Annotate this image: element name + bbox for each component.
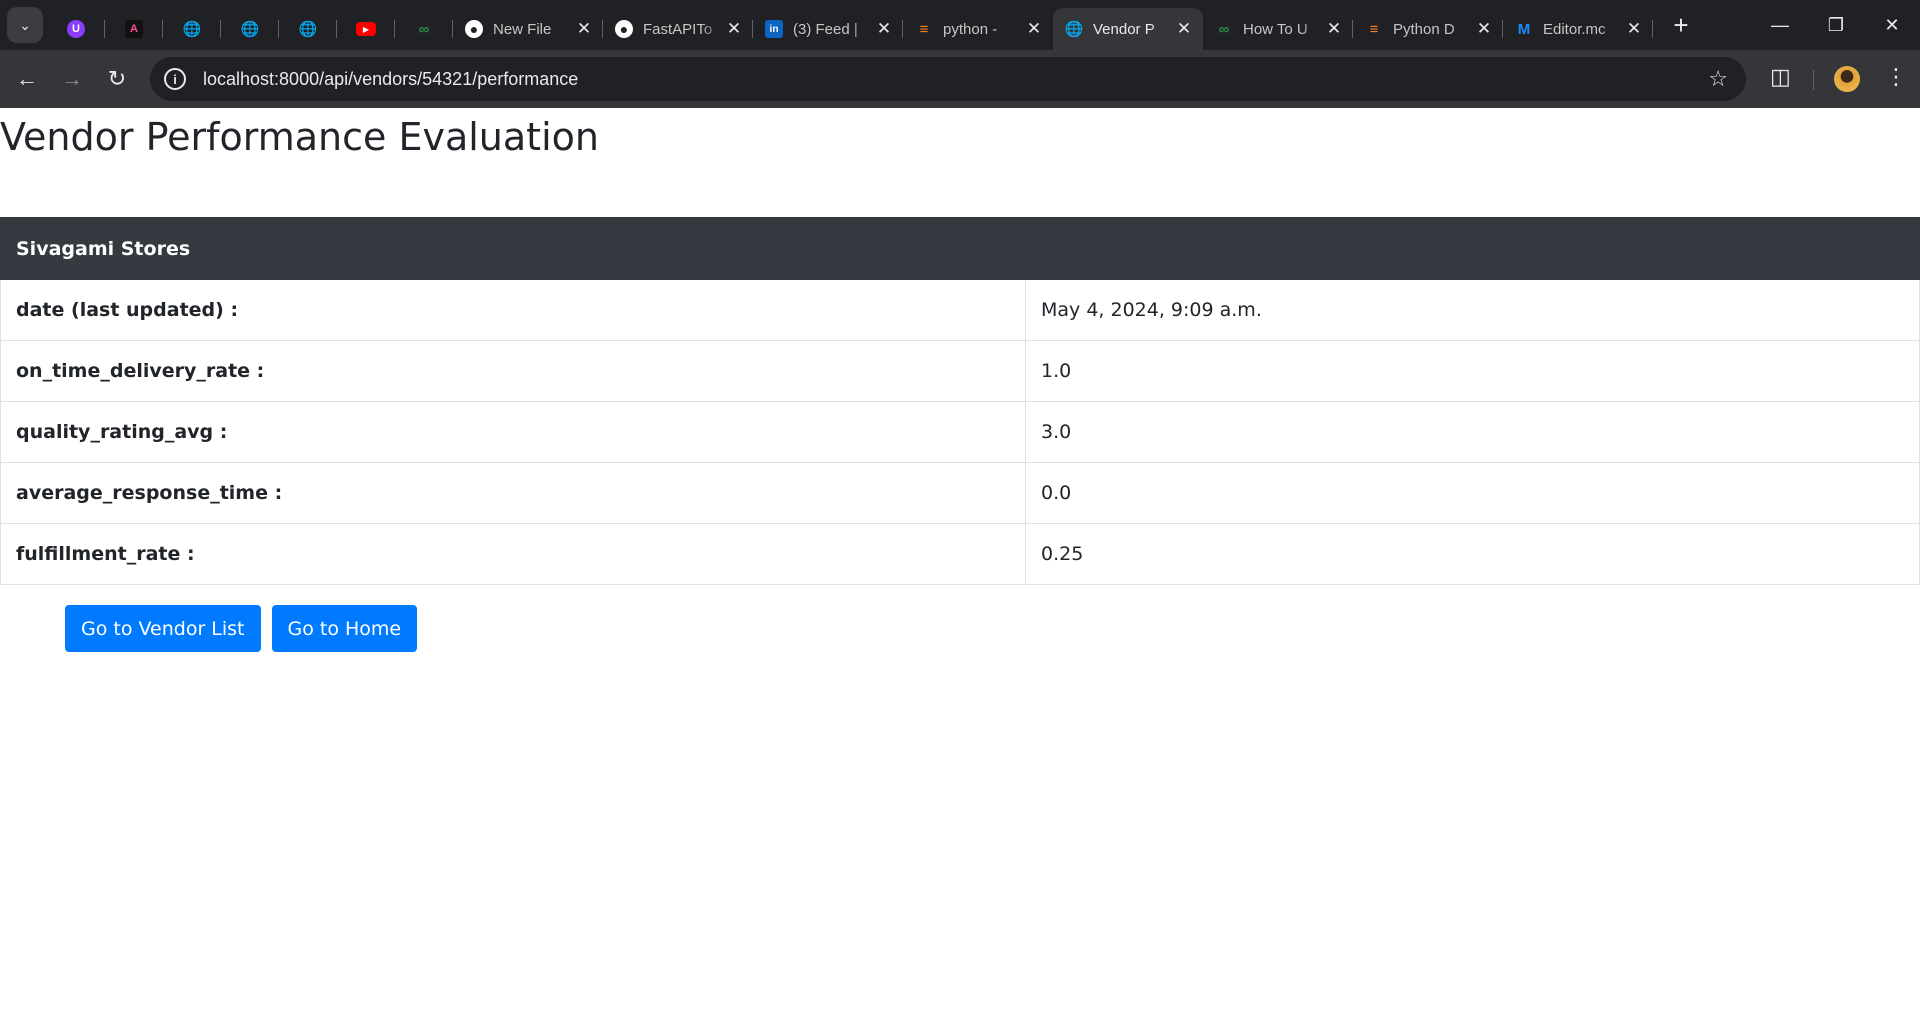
github-icon: ● [615,20,633,38]
tab-list: U A 🌐 🌐 🌐 ▶ ∞ ● New File ✕ ● FastAPITo ✕ in (3) Feed |… [47,0,1653,50]
browser-tab[interactable]: ≡ Python D ✕ [1353,8,1503,50]
table-row: fulfillment_rate :0.25 [0,523,1920,585]
metric-label: fulfillment_rate : [0,523,1026,585]
tab-separator [1652,20,1653,38]
reload-button[interactable]: ↻ [99,61,135,97]
browser-tab[interactable]: 🌐 [221,8,279,50]
page-viewport: Vendor Performance Evaluation Sivagami S… [0,108,1920,1030]
metric-value: 0.25 [1025,523,1920,585]
tab-search-button[interactable]: ⌄ [7,7,43,43]
browser-tab[interactable]: ● New File ✕ [453,8,603,50]
toolbar-divider [1813,70,1814,90]
tab-title: FastAPITo [643,20,713,38]
kebab-menu-icon[interactable]: ⋮ [1885,64,1907,90]
browser-tab[interactable]: ▶ [337,8,395,50]
browser-tab[interactable]: ∞ [395,8,453,50]
globe-icon: 🌐 [298,21,318,38]
youtube-icon: ▶ [356,22,376,36]
performance-table: Sivagami Stores date (last updated) : May… [0,217,1920,585]
close-tab-icon[interactable]: ✕ [1475,19,1493,39]
metric-label: date (last updated) : [0,279,1026,341]
metric-label: on_time_delivery_rate : [0,340,1026,402]
tab-title: Editor.mc [1543,20,1606,38]
arrow-right-icon: → [61,66,83,91]
linkedin-icon: in [765,20,783,38]
go-to-vendor-list-button[interactable]: Go to Vendor List [65,605,261,652]
tab-title: Python D [1393,20,1455,38]
browser-tab[interactable]: 🌐 Vendor P ✕ [1053,8,1203,50]
metric-label: average_response_time : [0,462,1026,524]
geeksforgeeks-icon: ∞ [418,20,430,38]
close-tab-icon[interactable]: ✕ [1175,19,1193,39]
table-header-row: Sivagami Stores [0,217,1920,280]
vendor-name-header: Sivagami Stores [0,217,1026,280]
github-icon: ● [465,20,483,38]
globe-icon: 🌐 [240,21,260,38]
browser-tab[interactable]: 🌐 [279,8,337,50]
affinity-icon: A [125,20,143,38]
close-tab-icon[interactable]: ✕ [875,19,893,39]
reload-icon: ↻ [107,66,127,91]
browser-tab[interactable]: ● FastAPITo ✕ [603,8,753,50]
stackoverflow-icon: ≡ [919,20,929,38]
action-buttons: Go to Vendor List Go to Home [65,605,428,652]
browser-tab[interactable]: in (3) Feed | ✕ [753,8,903,50]
medium-icon: M [1517,20,1531,38]
tab-title: python - [943,20,998,38]
address-url[interactable]: localhost:8000/api/vendors/54321/perform… [203,69,578,90]
arrow-left-icon: ← [16,66,38,91]
metric-label: quality_rating_avg : [0,401,1026,463]
browser-toolbar: ← → ↻ i localhost:8000/api/vendors/54321… [0,50,1920,108]
metric-value: May 4, 2024, 9:09 a.m. [1025,279,1920,341]
browser-tab[interactable]: ∞ How To U ✕ [1203,8,1353,50]
tab-title: New File [493,20,552,38]
browser-tab[interactable]: M Editor.mc ✕ [1503,8,1653,50]
restore-icon: ❐ [1827,14,1845,35]
restore-button[interactable]: ❐ [1808,0,1864,50]
metric-value: 0.0 [1025,462,1920,524]
close-tab-icon[interactable]: ✕ [1625,19,1643,39]
browser-tab[interactable]: U [47,8,105,50]
address-bar[interactable]: i localhost:8000/api/vendors/54321/perfo… [150,57,1746,101]
browser-tab[interactable]: 🌐 [163,8,221,50]
tab-title: (3) Feed | [793,20,858,38]
close-tab-icon[interactable]: ✕ [725,19,743,39]
chevron-down-icon: ⌄ [19,16,31,33]
metric-value: 1.0 [1025,340,1920,402]
close-window-button[interactable]: ✕ [1864,0,1920,50]
minimize-button[interactable]: — [1752,0,1808,50]
browser-tab[interactable]: A [105,8,163,50]
table-row: quality_rating_avg :3.0 [0,401,1920,463]
back-button[interactable]: ← [9,61,45,97]
page-title: Vendor Performance Evaluation [0,115,599,159]
globe-icon: 🌐 [1064,21,1084,38]
go-to-home-button[interactable]: Go to Home [271,605,418,652]
forward-button[interactable]: → [54,61,90,97]
profile-avatar[interactable] [1834,66,1860,92]
tab-strip: ⌄ U A 🌐 🌐 🌐 ▶ ∞ ● New File ✕ ● FastAPITo ✕ in (3) Feed… [0,0,1920,50]
globe-icon: 🌐 [182,21,202,38]
new-tab-button[interactable]: + [1663,10,1699,41]
table-row: date (last updated) : May 4, 2024, 9:09 a… [0,279,1920,341]
stackoverflow-icon: ≡ [1369,20,1379,38]
extensions-icon[interactable]: ◫ [1770,64,1791,90]
close-tab-icon[interactable]: ✕ [1025,19,1043,39]
browser-tab[interactable]: ≡ python - ✕ [903,8,1053,50]
close-icon: ✕ [1884,14,1900,35]
metric-value: 3.0 [1025,401,1920,463]
tab-title: How To U [1243,20,1308,38]
uscreen-icon: U [67,20,85,38]
geeksforgeeks-icon: ∞ [1218,20,1230,38]
close-tab-icon[interactable]: ✕ [575,19,593,39]
tab-title: Vendor P [1093,20,1155,38]
bookmark-star-icon[interactable]: ☆ [1708,66,1728,92]
empty-header-cell [1025,217,1920,280]
minimize-icon: — [1771,14,1789,35]
table-row: on_time_delivery_rate :1.0 [0,340,1920,402]
table-row: average_response_time :0.0 [0,462,1920,524]
window-controls: — ❐ ✕ [1752,0,1920,50]
site-info-icon[interactable]: i [164,68,186,90]
close-tab-icon[interactable]: ✕ [1325,19,1343,39]
